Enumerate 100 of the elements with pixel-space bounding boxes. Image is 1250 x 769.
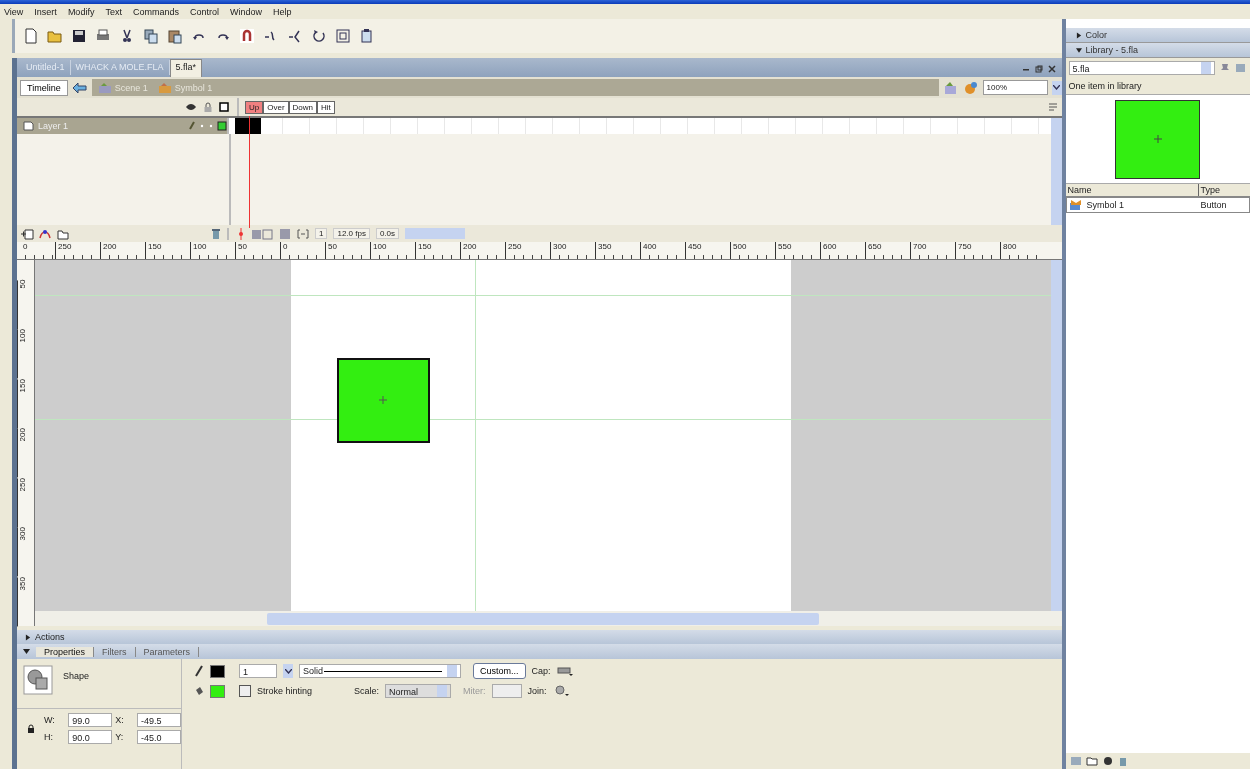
eye-icon[interactable]: [185, 102, 197, 112]
new-file-icon[interactable]: [23, 28, 39, 44]
close-icon[interactable]: [1047, 65, 1056, 73]
back-arrow-icon[interactable]: [71, 81, 88, 94]
ruler-label: 200: [17, 428, 34, 478]
custom-button[interactable]: Custom...: [473, 663, 526, 679]
scale-icon[interactable]: [335, 28, 351, 44]
field-label: H:: [44, 732, 54, 742]
collapsed-triangle-icon[interactable]: [25, 633, 31, 641]
library-dropdown[interactable]: 5.fla: [1068, 61, 1215, 75]
add-layer-icon[interactable]: [21, 227, 35, 240]
collapsed-triangle-icon[interactable]: [1075, 31, 1082, 39]
ruler-label: 100: [17, 329, 34, 379]
menu-item[interactable]: Text: [105, 6, 122, 17]
dimension-field[interactable]: -45.0: [137, 730, 181, 744]
ruler-label: 50: [17, 280, 34, 330]
scrollbar[interactable]: [267, 612, 819, 625]
open-folder-icon[interactable]: [47, 28, 63, 44]
scrollbar[interactable]: [1050, 260, 1062, 611]
properties-tab[interactable]: Properties: [36, 646, 95, 657]
paste-icon[interactable]: [167, 28, 183, 44]
scrollbar[interactable]: [405, 228, 466, 239]
symbol-icon: [157, 81, 172, 94]
add-guide-icon[interactable]: [38, 227, 52, 240]
frame-label[interactable]: Up: [245, 100, 264, 114]
cap-icon[interactable]: [556, 665, 573, 677]
registration-point-icon: [1153, 135, 1162, 143]
new-folder-icon[interactable]: [1085, 756, 1098, 766]
dimension-field[interactable]: 99.0: [68, 713, 113, 727]
registration-point-icon: [379, 396, 387, 404]
menu-item[interactable]: Help: [272, 6, 292, 17]
library-item[interactable]: Symbol 1 Button: [1065, 197, 1250, 213]
properties-tab[interactable]: Parameters: [135, 646, 200, 657]
document-tab[interactable]: 5.fla*: [169, 59, 203, 77]
miter-label: Miter:: [463, 686, 486, 696]
collapse-triangle-icon[interactable]: [23, 648, 30, 655]
save-icon[interactable]: [71, 28, 87, 44]
menu-item[interactable]: Control: [189, 6, 219, 17]
paint-bucket-icon: [194, 685, 204, 697]
scene-icon: [97, 81, 112, 94]
stroke-style-dropdown[interactable]: Solid: [299, 664, 461, 678]
menu-item[interactable]: Commands: [132, 6, 179, 17]
scale-label: Scale:: [354, 686, 380, 696]
menu-item[interactable]: Window: [229, 6, 262, 17]
caret-icon[interactable]: [284, 668, 292, 674]
panel-header[interactable]: Color: [1065, 28, 1250, 43]
magnet-icon[interactable]: [239, 28, 255, 44]
copy-icon[interactable]: [143, 28, 159, 44]
filled-square[interactable]: [337, 358, 430, 443]
center-frame-icon[interactable]: [237, 227, 245, 240]
timeline-button[interactable]: Timeline: [20, 79, 68, 96]
frame-label[interactable]: Hit: [317, 100, 335, 114]
clipboard-icon[interactable]: [359, 28, 375, 44]
frame-label[interactable]: Over: [263, 100, 289, 114]
stroke-width-dropdown[interactable]: [283, 664, 293, 678]
expanded-triangle-icon[interactable]: [1075, 46, 1082, 54]
lock-icon[interactable]: [27, 723, 35, 734]
join-icon[interactable]: [552, 685, 569, 697]
pencil-icon: [194, 665, 204, 677]
join-label: Join:: [527, 686, 547, 696]
outline-icon[interactable]: [219, 102, 229, 112]
frame-label[interactable]: Down: [288, 100, 318, 114]
scene-icon[interactable]: [942, 80, 959, 95]
ruler-label: 150: [17, 378, 34, 429]
panel-header[interactable]: Actions: [17, 630, 1062, 644]
dimension-field[interactable]: 90.0: [68, 730, 113, 744]
item-count: One item in library: [1065, 78, 1250, 95]
frame-rate: 12.0 fps: [333, 228, 370, 239]
ruler-label: 250: [17, 477, 34, 528]
menu-item[interactable]: Insert: [34, 6, 57, 17]
stroke-width-field[interactable]: 1: [239, 664, 277, 678]
miter-field[interactable]: [491, 684, 522, 698]
straighten-icon[interactable]: [287, 28, 303, 44]
dimension-field[interactable]: -49.5: [137, 713, 181, 727]
rotate-icon[interactable]: [311, 28, 327, 44]
field-label: X:: [115, 715, 125, 725]
zoom-dropdown[interactable]: [1051, 80, 1062, 95]
panel-header[interactable]: Library - 5.fla: [1065, 43, 1250, 58]
menu-item[interactable]: Modify: [67, 6, 95, 17]
color-swatch[interactable]: [210, 664, 225, 678]
elapsed-time: 0.0s: [375, 228, 400, 239]
scale-dropdown[interactable]: Normal: [385, 684, 452, 698]
caret-icon[interactable]: [1053, 85, 1061, 90]
color-swatch[interactable]: [210, 684, 225, 698]
properties-tab[interactable]: Filters: [94, 646, 136, 657]
restore-icon[interactable]: [1034, 65, 1043, 73]
zoom-field[interactable]: 100%: [982, 80, 1048, 95]
symbol-icon[interactable]: [962, 80, 979, 95]
markers-icon[interactable]: [297, 227, 309, 240]
layer-icon: [23, 121, 34, 131]
menu-item[interactable]: View: [4, 6, 24, 17]
outline-color-icon[interactable]: [217, 121, 227, 131]
column-header[interactable]: Type: [1198, 184, 1223, 196]
checkbox[interactable]: [239, 685, 251, 697]
trash-icon[interactable]: [211, 227, 221, 240]
scrollbar[interactable]: [1050, 118, 1062, 225]
shape-label: Shape: [63, 671, 90, 681]
add-folder-icon[interactable]: [55, 227, 69, 240]
keyframe[interactable]: [235, 118, 261, 134]
column-header[interactable]: Name: [1065, 184, 1199, 196]
